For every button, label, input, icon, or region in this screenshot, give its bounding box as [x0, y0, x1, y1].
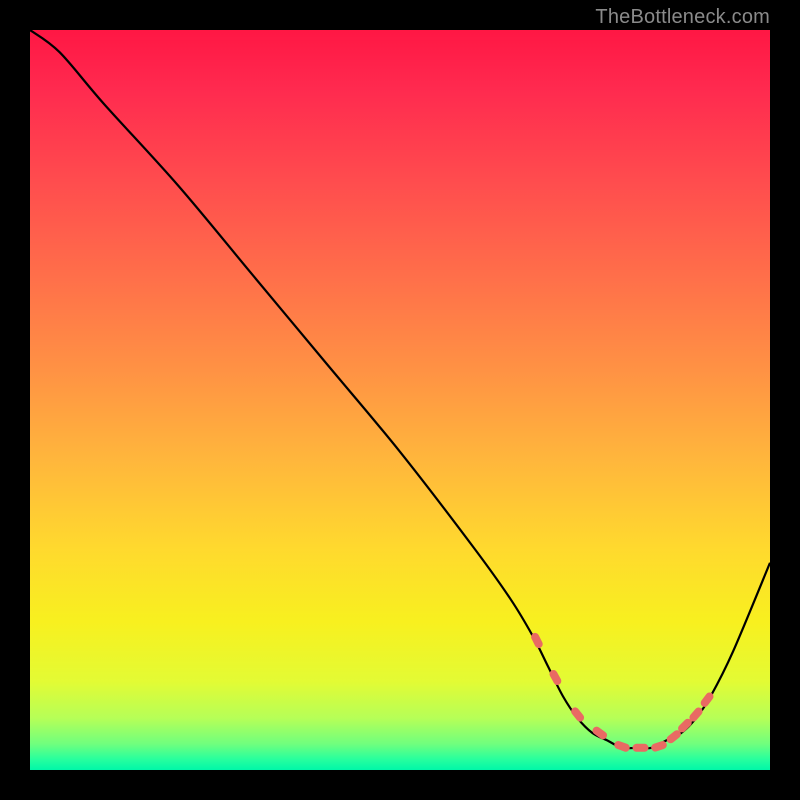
- chart-container: TheBottleneck.com: [0, 0, 800, 800]
- attribution-text: TheBottleneck.com: [595, 6, 770, 29]
- plot-area: [30, 30, 770, 770]
- gradient-background: [30, 30, 770, 770]
